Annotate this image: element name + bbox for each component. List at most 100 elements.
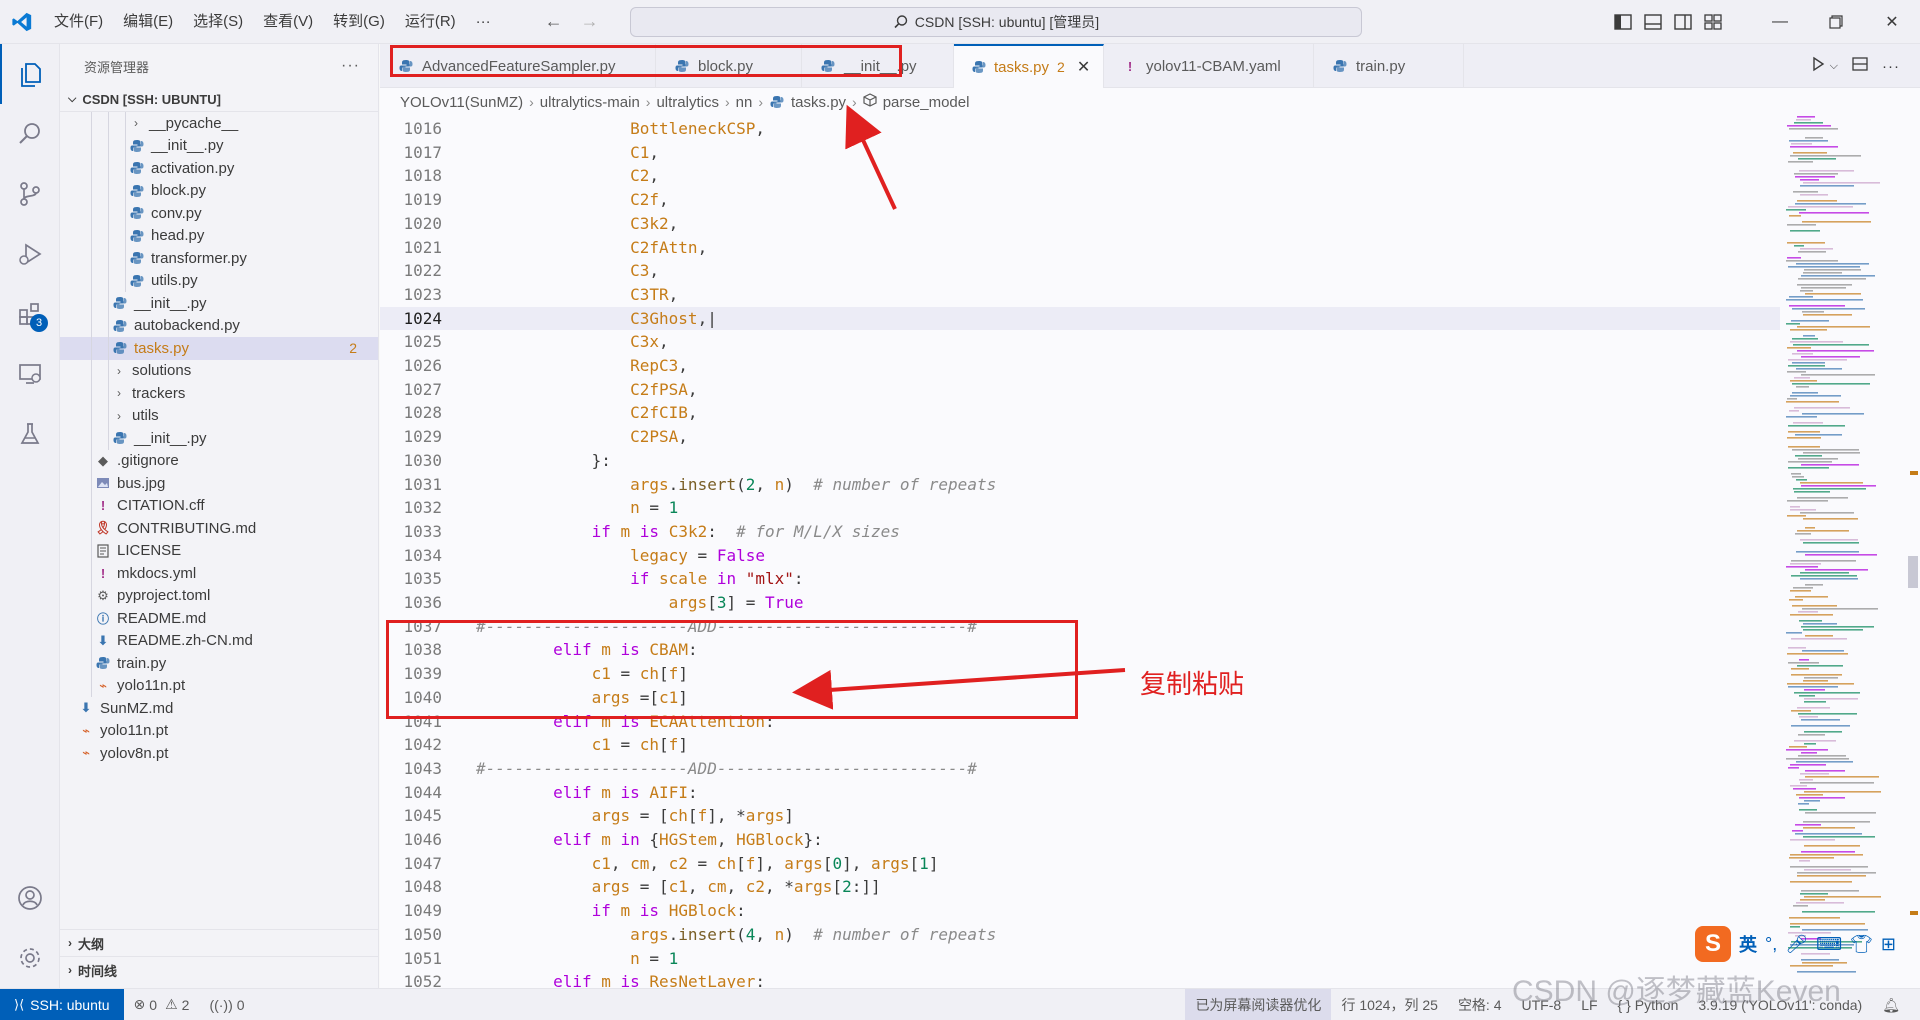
folder-item[interactable]: › utils (60, 404, 378, 427)
breadcrumb-item[interactable]: YOLOv11(SunMZ) (400, 94, 523, 111)
code-line[interactable]: 1031 args.insert(2, n) # number of repea… (380, 473, 1780, 497)
file-item[interactable]: head.py (60, 224, 378, 247)
code-line[interactable]: 1036 args[3] = True (380, 591, 1780, 615)
outline-section[interactable]: › 大纲 (60, 929, 379, 956)
code-line[interactable]: 1033 if m is C3k2: # for M/L/X sizes (380, 520, 1780, 544)
file-item[interactable]: __init__.py (60, 292, 378, 315)
file-item[interactable]: train.py (60, 652, 378, 675)
editor-tab[interactable]: tasks.py 2 ✕ (954, 44, 1104, 88)
workspace-header[interactable]: ⌵ CSDN [SSH: UBUNTU] (60, 88, 378, 112)
problems-indicator[interactable]: ⊗ 0 ⚠ 2 (124, 996, 200, 1013)
screen-reader-status[interactable]: 已为屏幕阅读器优化 (1185, 989, 1332, 1020)
toolbox-grid-icon[interactable]: ⊞ (1881, 934, 1896, 955)
code-line[interactable]: 1017 C1, (380, 141, 1780, 165)
microphone-icon[interactable]: 🎤︎ (1785, 934, 1808, 955)
menu-item[interactable]: ··· (466, 7, 501, 37)
file-item[interactable]: ⌁ yolo11n.pt (60, 720, 378, 743)
accounts-icon[interactable] (0, 868, 60, 928)
breadcrumb-item[interactable]: tasks.py (791, 94, 846, 111)
code-line[interactable]: 1032 n = 1 (380, 496, 1780, 520)
customize-layout-icon[interactable] (1698, 7, 1728, 37)
source-control-icon[interactable] (0, 164, 60, 224)
go-back-icon[interactable]: ← (541, 11, 567, 32)
run-python-file-icon[interactable] (1810, 56, 1826, 76)
code-line[interactable]: 1023 C3TR, (380, 283, 1780, 307)
folder-item[interactable]: › __pycache__ (60, 112, 378, 135)
file-item[interactable]: ⓘ README.md (60, 607, 378, 630)
editor-tab[interactable]: ! yolov11-CBAM.yaml (1104, 44, 1314, 88)
menu-item[interactable]: 转到(G) (323, 7, 395, 37)
code-line[interactable]: 1047 c1, cm, c2 = ch[f], args[0], args[1… (380, 852, 1780, 876)
code-line[interactable]: 1027 C2fPSA, (380, 378, 1780, 402)
code-line[interactable]: 1034 legacy = False (380, 544, 1780, 568)
code-line[interactable]: 1026 RepC3, (380, 354, 1780, 378)
minimap[interactable] (1782, 116, 1900, 986)
breadcrumb-item[interactable]: parse_model (883, 94, 970, 111)
folder-item[interactable]: › solutions (60, 359, 378, 382)
code-line[interactable]: 1018 C2, (380, 164, 1780, 188)
indentation[interactable]: 空格: 4 (1448, 995, 1512, 1015)
testing-icon[interactable] (0, 404, 60, 464)
breadcrumb-item[interactable]: ultralytics (656, 94, 719, 111)
code-line[interactable]: 1048 args = [c1, cm, c2, *args[2:]] (380, 875, 1780, 899)
menu-item[interactable]: 文件(F) (44, 7, 113, 37)
punctuation-icon[interactable]: °, (1765, 934, 1777, 955)
keyboard-icon[interactable]: ⌨ (1816, 934, 1842, 955)
folder-item[interactable]: › trackers (60, 382, 378, 405)
file-item[interactable]: ⬇ README.zh-CN.md (60, 629, 378, 652)
timeline-section[interactable]: › 时间线 (60, 956, 379, 983)
code-line[interactable]: 1030 }: (380, 449, 1780, 473)
code-line[interactable]: 1024 C3Ghost,| (380, 306, 1780, 331)
code-line[interactable]: 1049 if m is HGBlock: (380, 899, 1780, 923)
run-dropdown-chevron-icon[interactable]: ⌵ (1830, 60, 1838, 73)
editor-tab[interactable]: train.py (1314, 44, 1464, 88)
code-line[interactable]: 1021 C2fAttn, (380, 236, 1780, 260)
run-and-debug-icon[interactable] (0, 224, 60, 284)
code-line[interactable]: 1045 args = [ch[f], *args] (380, 804, 1780, 828)
file-item[interactable]: __init__.py (60, 134, 378, 157)
code-line[interactable]: 1020 C3k2, (380, 212, 1780, 236)
file-item[interactable]: block.py (60, 179, 378, 202)
explorer-icon[interactable] (0, 44, 60, 104)
toggle-panel-icon[interactable] (1638, 7, 1668, 37)
menu-item[interactable]: 选择(S) (183, 7, 253, 37)
manage-gear-icon[interactable] (0, 928, 60, 988)
file-item[interactable]: bus.jpg (60, 472, 378, 495)
close-window-icon[interactable]: ✕ (1864, 0, 1920, 44)
file-item[interactable]: utils.py (60, 269, 378, 292)
file-item[interactable]: transformer.py (60, 247, 378, 270)
ports-indicator[interactable]: ((·)) 0 (199, 997, 254, 1013)
toggle-primary-sidebar-icon[interactable] (1608, 7, 1638, 37)
file-item[interactable]: ⬇ SunMZ.md (60, 697, 378, 720)
file-item[interactable]: ! CITATION.cff (60, 494, 378, 517)
cursor-position[interactable]: 行 1024，列 25 (1331, 995, 1448, 1015)
file-item[interactable]: ⌁ yolov8n.pt (60, 742, 378, 765)
close-tab-icon[interactable]: ✕ (1077, 57, 1090, 77)
menu-item[interactable]: 编辑(E) (113, 7, 183, 37)
vertical-scrollbar[interactable] (1906, 116, 1920, 986)
more-actions-icon[interactable]: ··· (1882, 58, 1900, 75)
code-line[interactable]: 1050 args.insert(4, n) # number of repea… (380, 923, 1780, 947)
code-editor[interactable]: 1016 BottleneckCSP, 1017 C1, 1018 C2, 1019 … (380, 116, 1780, 988)
remote-indicator[interactable]: ⟩⟨ SSH: ubuntu (0, 988, 124, 1020)
ime-mode[interactable]: 英 (1739, 931, 1757, 957)
code-line[interactable]: 1043 #---------------------ADD-----------… (380, 757, 1780, 781)
file-item[interactable]: ⚙ pyproject.toml (60, 584, 378, 607)
file-item[interactable]: ! mkdocs.yml (60, 562, 378, 585)
file-item[interactable]: tasks.py 2 (60, 337, 378, 360)
skin-shirt-icon[interactable]: 👕︎ (1850, 934, 1873, 955)
code-line[interactable]: 1046 elif m in {HGStem, HGBlock}: (380, 828, 1780, 852)
code-line[interactable]: 1044 elif m is AIFI: (380, 781, 1780, 805)
breadcrumb-item[interactable]: nn (736, 94, 753, 111)
code-line[interactable]: 1025 C3x, (380, 330, 1780, 354)
code-line[interactable]: 1042 c1 = ch[f] (380, 733, 1780, 757)
code-line[interactable]: 1019 C2f, (380, 188, 1780, 212)
toggle-secondary-sidebar-icon[interactable] (1668, 7, 1698, 37)
code-line[interactable]: 1029 C2PSA, (380, 425, 1780, 449)
go-forward-icon[interactable]: → (577, 11, 603, 32)
file-item[interactable]: activation.py (60, 157, 378, 180)
code-line[interactable]: 1016 BottleneckCSP, (380, 117, 1780, 141)
command-center[interactable]: CSDN [SSH: ubuntu] [管理员] (630, 7, 1362, 37)
code-line[interactable]: 1028 C2fCIB, (380, 401, 1780, 425)
maximize-window-icon[interactable] (1808, 0, 1864, 44)
